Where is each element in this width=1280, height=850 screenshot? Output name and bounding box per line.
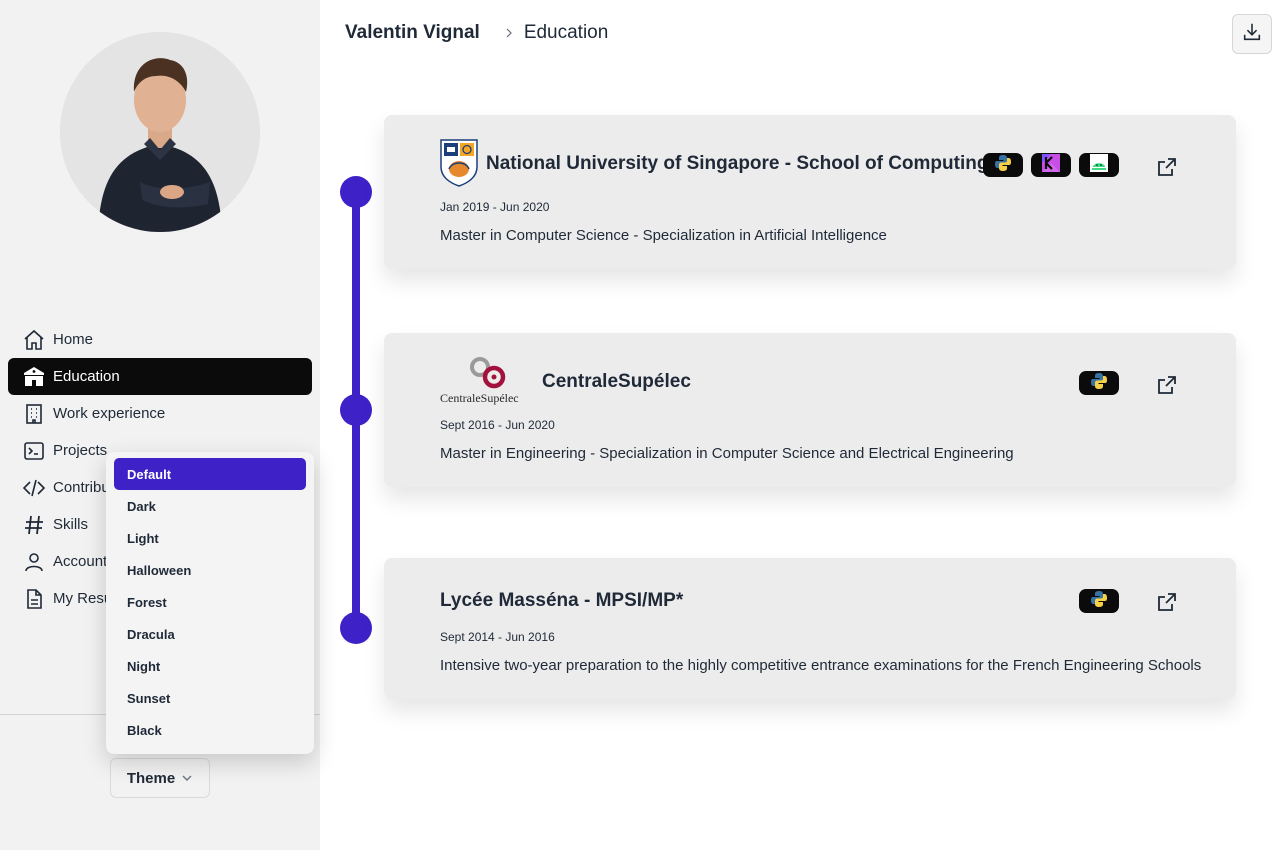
theme-option-dark[interactable]: Dark <box>114 490 306 522</box>
nav-item-label: Education <box>53 368 120 385</box>
code-icon <box>22 476 46 500</box>
terminal-icon <box>22 439 46 463</box>
education-description: Master in Computer Science - Specializat… <box>440 227 887 244</box>
education-card: National University of Singapore - Schoo… <box>384 115 1236 269</box>
theme-option-default[interactable]: Default <box>114 458 306 490</box>
hash-icon <box>22 513 46 537</box>
school-name: National University of Singapore - Schoo… <box>486 153 989 174</box>
school-name: Lycée Masséna - MPSI/MP* <box>440 590 684 611</box>
nav-item-label: Projects <box>53 442 108 459</box>
kotlin-badge[interactable] <box>1031 153 1071 177</box>
education-card: Lycée Masséna - MPSI/MP* Sept 2014 - Jun… <box>384 558 1236 699</box>
education-card: CentraleSupélec CentraleSupélec Sept 201… <box>384 333 1236 487</box>
theme-option-night[interactable]: Night <box>114 650 306 682</box>
theme-option-dracula[interactable]: Dracula <box>114 618 306 650</box>
breadcrumb-owner[interactable]: Valentin Vignal <box>345 22 480 44</box>
python-badge[interactable] <box>983 153 1023 177</box>
education-description: Master in Engineering - Specialization i… <box>440 445 1014 462</box>
theme-option-sunset[interactable]: Sunset <box>114 682 306 714</box>
theme-option-light[interactable]: Light <box>114 522 306 554</box>
theme-dropdown: Default Dark Light Halloween Forest Drac… <box>106 452 314 754</box>
avatar <box>60 32 260 232</box>
user-icon <box>22 550 46 574</box>
nav-item-work-experience[interactable]: Work experience <box>8 395 312 432</box>
python-icon <box>1090 372 1108 395</box>
download-icon <box>1241 21 1263 48</box>
nav-item-label: Account <box>53 553 108 570</box>
download-button[interactable] <box>1232 14 1272 54</box>
theme-option-halloween[interactable]: Halloween <box>114 554 306 586</box>
python-badge[interactable] <box>1079 589 1119 613</box>
external-link-icon[interactable] <box>1155 155 1179 179</box>
nav-item-home[interactable]: Home <box>8 321 312 358</box>
theme-option-black[interactable]: Black <box>114 714 306 746</box>
logo-text: CentraleSupélec <box>440 391 519 405</box>
chevron-right-icon <box>504 27 514 39</box>
python-icon <box>1090 590 1108 613</box>
android-icon <box>1090 153 1108 177</box>
breadcrumb-current: Education <box>523 22 609 43</box>
breadcrumb: Valentin Vignal Education <box>345 22 608 44</box>
education-description: Intensive two-year preparation to the hi… <box>440 657 1202 674</box>
kotlin-icon <box>1042 153 1060 177</box>
nav-item-label: Skills <box>53 516 89 533</box>
home-icon <box>22 328 46 352</box>
timeline-dot <box>340 612 372 644</box>
nav-item-label: Home <box>53 331 94 348</box>
centralesupelec-logo: CentraleSupélec <box>440 355 536 405</box>
building-icon <box>22 402 46 426</box>
theme-button[interactable]: Theme <box>110 758 210 798</box>
python-badge[interactable] <box>1079 371 1119 395</box>
timeline-dot <box>340 176 372 208</box>
python-icon <box>994 154 1012 177</box>
document-icon <box>22 587 46 611</box>
school-name: CentraleSupélec <box>542 371 691 392</box>
theme-button-label: Theme <box>126 769 176 787</box>
external-link-icon[interactable] <box>1155 590 1179 614</box>
android-badge[interactable] <box>1079 153 1119 177</box>
education-dates: Jan 2019 - Jun 2020 <box>440 200 550 214</box>
theme-option-forest[interactable]: Forest <box>114 586 306 618</box>
nav-item-label: Work experience <box>53 405 166 422</box>
school-icon <box>22 365 46 389</box>
timeline-dot <box>340 394 372 426</box>
chevron-down-icon <box>181 772 193 784</box>
nus-logo <box>440 139 478 192</box>
nav-item-education[interactable]: Education <box>8 358 312 395</box>
external-link-icon[interactable] <box>1155 373 1179 397</box>
education-dates: Sept 2014 - Jun 2016 <box>440 630 555 644</box>
education-dates: Sept 2016 - Jun 2020 <box>440 418 555 432</box>
